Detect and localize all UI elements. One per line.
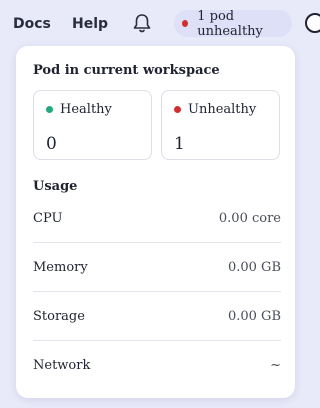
avatar[interactable]	[305, 13, 320, 33]
metric-value: ~	[270, 357, 281, 373]
panel-title: Pod in current workspace	[33, 63, 220, 78]
metric-value: 0.00 GB	[227, 308, 281, 324]
unhealthy-dot-icon	[174, 106, 181, 113]
unhealthy-card: Unhealthy 1	[161, 90, 280, 160]
unhealthy-count: 1	[174, 134, 185, 154]
metric-value: 0.00 GB	[227, 259, 281, 275]
pod-status-label: 1 pod unhealthy	[197, 8, 263, 39]
metric-label: CPU	[33, 210, 63, 226]
metric-label: Memory	[33, 259, 88, 275]
metric-value: 0.00 core	[218, 210, 281, 226]
bell-icon[interactable]	[131, 12, 153, 34]
unhealthy-label: Unhealthy	[188, 102, 257, 117]
healthy-count: 0	[46, 134, 57, 154]
divider	[33, 291, 281, 292]
healthy-label: Healthy	[60, 102, 112, 117]
top-bar: Docs Help 1 pod unhealthy	[0, 0, 320, 46]
metric-label: Network	[33, 357, 91, 373]
docs-link[interactable]: Docs	[13, 16, 51, 32]
divider	[33, 340, 281, 341]
metric-row-memory: Memory 0.00 GB	[33, 257, 281, 277]
usage-title: Usage	[33, 179, 78, 194]
metric-row-storage: Storage 0.00 GB	[33, 306, 281, 326]
pod-status-dropdown: Pod in current workspace Healthy 0 Unhea…	[16, 46, 295, 398]
pod-status-button[interactable]: 1 pod unhealthy	[174, 8, 292, 39]
healthy-dot-icon	[46, 106, 53, 113]
divider	[33, 242, 281, 243]
metric-row-network: Network ~	[33, 355, 281, 375]
healthy-card: Healthy 0	[33, 90, 152, 160]
metric-label: Storage	[33, 308, 85, 324]
status-dot-icon	[182, 20, 189, 27]
help-link[interactable]: Help	[72, 16, 108, 32]
metric-row-cpu: CPU 0.00 core	[33, 208, 281, 228]
